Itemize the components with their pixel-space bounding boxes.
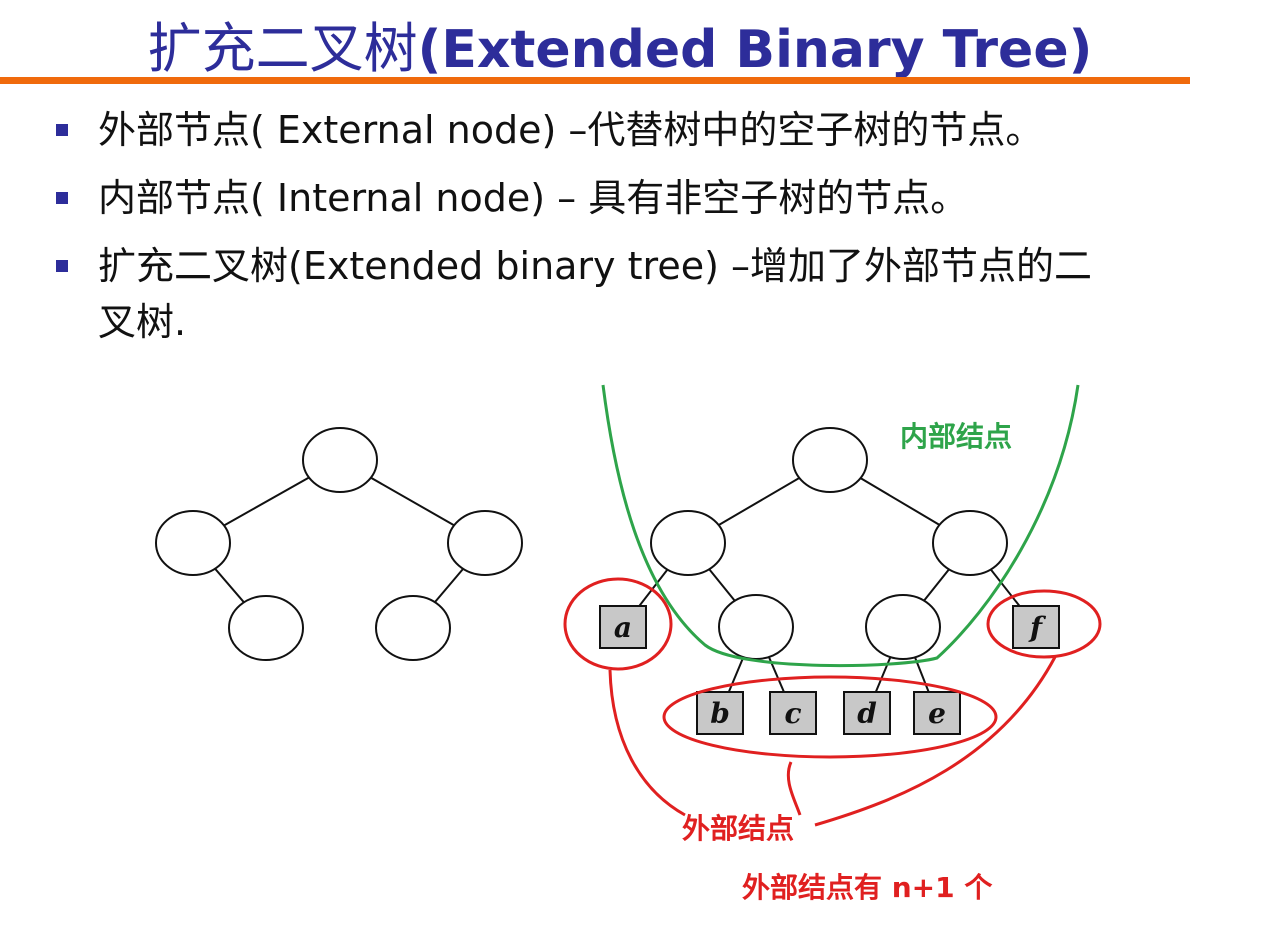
internal-node: [650, 510, 726, 576]
pointer-line-left: [608, 669, 686, 817]
pointer-line-right: [814, 656, 1057, 827]
tree-node: [447, 510, 523, 576]
tree-diagram: a b c d e f 内部结点 外部结点 外部结点有 n+1 个: [155, 384, 1102, 904]
external-node-title: 外部结点: [682, 812, 794, 845]
binary-tree: [155, 427, 523, 661]
internal-node: [718, 594, 794, 660]
external-node-label: c: [784, 697, 801, 730]
internal-node-label: 内部结点: [900, 420, 1012, 453]
external-node-label: a: [614, 611, 632, 644]
internal-node: [865, 594, 941, 660]
internal-node: [792, 427, 868, 493]
external-count-note: 外部结点有 n+1 个: [742, 871, 993, 904]
extended-binary-tree: a b c d e f: [599, 427, 1060, 735]
tree-node: [228, 595, 304, 661]
tree-node: [302, 427, 378, 493]
tree-node: [375, 595, 451, 661]
tree-node: [155, 510, 231, 576]
external-node-label: e: [928, 697, 946, 730]
internal-node: [932, 510, 1008, 576]
external-node-label: d: [857, 697, 877, 730]
external-node-label: b: [710, 697, 730, 730]
pointer-line-middle: [786, 761, 802, 816]
